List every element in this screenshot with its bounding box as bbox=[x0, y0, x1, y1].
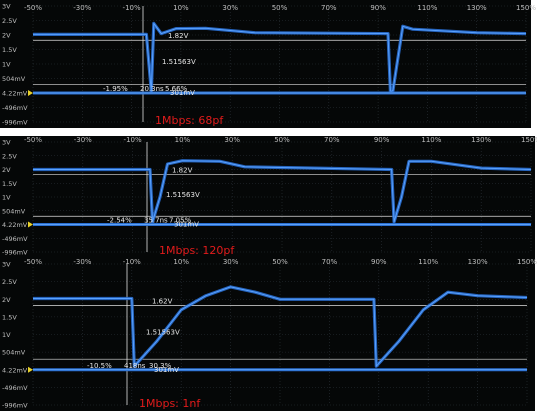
x-tick-label: 70% bbox=[324, 136, 340, 144]
y-tick-label: 4.22mV bbox=[2, 366, 28, 374]
panel-caption: 1Mbps: 120pf bbox=[159, 244, 235, 257]
right-percent-label: 5.66% bbox=[165, 85, 188, 93]
mid-level-label: 1.51563V bbox=[166, 191, 200, 199]
x-tick-label: 50% bbox=[272, 4, 288, 12]
scope-panel-1: -50% -30% -10% 10% 30% 50% 70% 90% 110% 130% 150% 3… bbox=[0, 0, 536, 128]
y-tick-label: 2V bbox=[2, 32, 11, 40]
x-tick-label: -50% bbox=[24, 4, 42, 12]
y-tick-label: -496mV bbox=[2, 384, 28, 392]
y-tick-label: 1.5V bbox=[2, 180, 17, 188]
left-percent-label: -1.95% bbox=[103, 85, 128, 93]
y-tick-label: 3V bbox=[2, 3, 11, 11]
x-tick-label: 150% bbox=[516, 4, 536, 12]
x-tick-label: -30% bbox=[74, 136, 92, 144]
x-tick-label: 110% bbox=[417, 4, 437, 12]
x-tick-label: 90% bbox=[370, 4, 386, 12]
x-tick-label: 110% bbox=[418, 258, 438, 266]
pulse-width-label: 418ns bbox=[124, 362, 146, 370]
y-tick-label: 2V bbox=[2, 296, 11, 304]
y-tick-label: 1V bbox=[2, 61, 11, 69]
mid-level-label: 1.51563V bbox=[162, 58, 196, 66]
y-tick-label: 3V bbox=[2, 139, 11, 147]
y-tick-label: 504mV bbox=[2, 349, 26, 357]
x-tick-label: -50% bbox=[24, 136, 42, 144]
high-level-label: 1.82V bbox=[172, 166, 193, 174]
right-percent-label: 7.05% bbox=[169, 217, 192, 225]
x-tick-label: -30% bbox=[73, 258, 91, 266]
x-tick-label: 110% bbox=[421, 136, 441, 144]
pulse-width-label: 35.7ns bbox=[144, 217, 168, 225]
x-tick-label: 150% bbox=[521, 136, 537, 144]
y-tick-label: 4.22mV bbox=[2, 221, 28, 229]
x-tick-label: 30% bbox=[223, 258, 239, 266]
y-tick-label: 2.5V bbox=[2, 278, 17, 286]
x-tick-label: 50% bbox=[274, 136, 290, 144]
y-tick-label: 1V bbox=[2, 331, 11, 339]
x-tick-label: 70% bbox=[322, 258, 338, 266]
x-tick-label: -10% bbox=[123, 4, 141, 12]
y-tick-label: -996mV bbox=[2, 402, 28, 410]
high-level-label: 1.62V bbox=[152, 298, 173, 306]
x-tick-label: -50% bbox=[24, 258, 42, 266]
y-tick-label: 2.5V bbox=[2, 152, 17, 160]
panel-caption: 1Mbps: 68pf bbox=[155, 114, 224, 127]
y-tick-label: 4.22mV bbox=[2, 90, 28, 98]
x-tick-label: 130% bbox=[467, 4, 487, 12]
scope-panel-3: -50% -30% -10% 10% 30% 50% 70% 90% 110% 130% 150% 3… bbox=[0, 258, 537, 411]
y-tick-label: 1V bbox=[2, 194, 11, 202]
y-tick-label: 3V bbox=[2, 261, 11, 269]
x-tick-label: -10% bbox=[123, 258, 141, 266]
x-tick-label: 90% bbox=[371, 258, 387, 266]
x-tick-label: 50% bbox=[272, 258, 288, 266]
left-percent-label: -2.54% bbox=[107, 217, 132, 225]
y-tick-label: 2.5V bbox=[2, 17, 17, 25]
right-percent-label: 30.3% bbox=[149, 362, 172, 370]
y-tick-label: -996mV bbox=[2, 119, 28, 127]
x-tick-label: 10% bbox=[175, 136, 191, 144]
y-tick-label: 1.5V bbox=[2, 46, 17, 54]
x-tick-label: 10% bbox=[173, 258, 189, 266]
y-tick-label: -496mV bbox=[2, 104, 28, 112]
pulse-width-label: 20.3ns bbox=[140, 85, 164, 93]
y-tick-label: 504mV bbox=[2, 75, 26, 83]
y-tick-label: -496mV bbox=[2, 235, 28, 243]
x-tick-label: 30% bbox=[222, 4, 238, 12]
x-tick-label: 130% bbox=[471, 136, 491, 144]
oscilloscope-captures: -50% -30% -10% 10% 30% 50% 70% 90% 110% 130% 150% 3… bbox=[0, 0, 537, 411]
x-tick-label: 10% bbox=[173, 4, 189, 12]
x-tick-label: 30% bbox=[224, 136, 240, 144]
x-tick-label: 130% bbox=[468, 258, 488, 266]
panel-background bbox=[0, 0, 531, 128]
high-level-label: 1.82V bbox=[168, 32, 189, 40]
y-tick-label: -996mV bbox=[2, 249, 28, 257]
x-tick-label: 150% bbox=[517, 258, 537, 266]
y-tick-label: 504mV bbox=[2, 207, 26, 215]
mid-level-label: 1.51563V bbox=[146, 329, 180, 337]
x-tick-label: -10% bbox=[124, 136, 142, 144]
y-tick-label: 1.5V bbox=[2, 313, 17, 321]
x-tick-label: -30% bbox=[73, 4, 91, 12]
scope-panel-2: -50% -30% -10% 10% 30% 50% 70% 90% 110% 130% 150% 3… bbox=[0, 136, 537, 258]
left-percent-label: -10.5% bbox=[87, 362, 112, 370]
x-tick-label: 70% bbox=[321, 4, 337, 12]
panel-caption: 1Mbps: 1nf bbox=[139, 397, 201, 410]
y-tick-label: 2V bbox=[2, 166, 11, 174]
x-tick-label: 90% bbox=[374, 136, 390, 144]
